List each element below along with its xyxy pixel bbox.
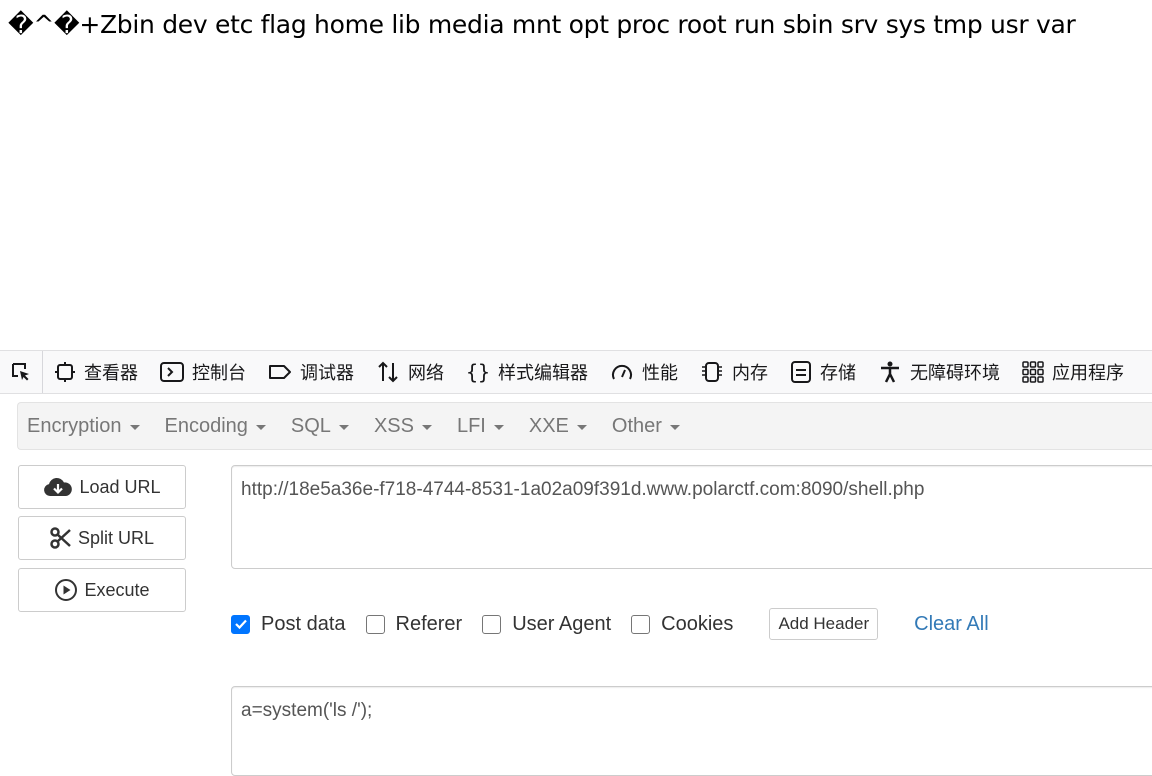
tab-label: 无障碍环境 xyxy=(910,363,1000,384)
tab-inspector[interactable]: 查看器 xyxy=(43,351,149,393)
post-data-textarea[interactable]: a=system('ls /'); xyxy=(231,686,1152,776)
referer-label: Referer xyxy=(395,612,463,635)
menu-encoding[interactable]: Encoding xyxy=(156,415,274,438)
menu-label: XSS xyxy=(373,414,414,437)
menu-other[interactable]: Other xyxy=(603,415,688,438)
debugger-icon xyxy=(269,365,291,379)
tab-storage[interactable]: 存储 xyxy=(779,351,867,393)
add-header-button[interactable]: Add Header xyxy=(769,608,879,640)
caret-down-icon xyxy=(493,425,504,430)
tab-label: 应用程序 xyxy=(1052,363,1124,384)
tab-style-editor[interactable]: {} 样式编辑器 xyxy=(455,351,599,393)
tab-console[interactable]: 控制台 xyxy=(149,351,257,393)
caret-down-icon xyxy=(421,425,432,430)
user-agent-checkbox[interactable]: User Agent xyxy=(482,613,611,636)
checkbox-unchecked[interactable] xyxy=(631,614,651,634)
tab-label: 查看器 xyxy=(84,363,138,384)
clear-all-link[interactable]: Clear All xyxy=(914,613,988,636)
devtools-toolbar: 查看器 控制台 调试器 网络 {} 样式编辑器 性能 内存 存储 无障碍环境 应… xyxy=(0,350,1152,394)
menu-label: LFI xyxy=(456,414,486,437)
page-output-text: �^�+Zbin dev etc flag home lib media mnt… xyxy=(8,10,1076,39)
checkbox-unchecked[interactable] xyxy=(365,614,385,634)
post-data-label: Post data xyxy=(261,612,346,635)
checkmark-icon xyxy=(234,619,247,630)
tab-application[interactable]: 应用程序 xyxy=(1011,351,1135,393)
tab-accessibility[interactable]: 无障碍环境 xyxy=(867,351,1011,393)
tab-label: 调试器 xyxy=(300,363,354,384)
caret-down-icon xyxy=(255,425,266,430)
user-agent-label: User Agent xyxy=(512,612,612,635)
memory-icon xyxy=(702,362,722,382)
options-row: Post data Referer User Agent Cookies Add… xyxy=(231,606,989,642)
url-textarea[interactable]: http://18e5a36e-f718-4744-8531-1a02a09f3… xyxy=(231,465,1152,569)
element-picker-icon xyxy=(12,363,29,381)
accessibility-icon xyxy=(881,361,899,383)
caret-down-icon xyxy=(576,425,587,430)
menu-label: Encoding xyxy=(164,414,248,437)
menu-sql[interactable]: SQL xyxy=(282,415,357,438)
tab-memory[interactable]: 内存 xyxy=(689,351,779,393)
referer-checkbox[interactable]: Referer xyxy=(365,612,463,636)
menu-xxe[interactable]: XXE xyxy=(520,415,595,438)
tab-network[interactable]: 网络 xyxy=(365,351,455,393)
console-icon xyxy=(160,362,184,382)
scissors-icon xyxy=(50,527,71,549)
menu-label: SQL xyxy=(290,414,331,437)
cloud-download-icon xyxy=(44,477,73,496)
caret-down-icon xyxy=(338,425,349,430)
cookies-checkbox[interactable]: Cookies xyxy=(631,613,733,636)
tab-performance[interactable]: 性能 xyxy=(599,351,689,393)
network-icon xyxy=(378,361,398,383)
checkbox-checked[interactable] xyxy=(231,614,250,634)
load-url-label: Load URL xyxy=(79,476,161,497)
performance-icon xyxy=(612,364,632,380)
application-icon xyxy=(1022,361,1044,383)
split-url-button[interactable]: Split URL xyxy=(18,516,186,560)
menu-xss[interactable]: XSS xyxy=(365,415,440,438)
post-data-checkbox[interactable]: Post data xyxy=(231,613,346,636)
menu-label: XXE xyxy=(528,414,569,437)
storage-icon xyxy=(791,361,811,383)
tab-label: 内存 xyxy=(732,363,768,384)
execute-button[interactable]: Execute xyxy=(18,568,186,612)
svg-text:{}: {} xyxy=(466,360,490,384)
checkbox-unchecked[interactable] xyxy=(482,614,502,634)
play-circle-icon xyxy=(55,579,78,601)
menu-label: Other xyxy=(611,414,662,437)
menu-label: Encryption xyxy=(27,414,122,437)
tab-label: 样式编辑器 xyxy=(498,363,588,384)
hackbar-menu: Encryption Encoding SQL XSS LFI XXE Othe… xyxy=(17,402,1152,450)
tab-label: 网络 xyxy=(408,363,444,384)
menu-lfi[interactable]: LFI xyxy=(448,415,512,438)
cookies-label: Cookies xyxy=(661,612,734,635)
caret-down-icon xyxy=(129,425,140,430)
split-url-label: Split URL xyxy=(77,527,155,548)
inspector-icon xyxy=(55,362,75,382)
caret-down-icon xyxy=(669,425,680,430)
tab-label: 性能 xyxy=(642,363,678,384)
tab-debugger[interactable]: 调试器 xyxy=(257,351,365,393)
execute-label: Execute xyxy=(84,579,150,600)
tab-label: 存储 xyxy=(820,363,856,384)
style-editor-icon: {} xyxy=(466,360,490,384)
tab-label: 控制台 xyxy=(192,363,246,384)
menu-encryption[interactable]: Encryption xyxy=(18,415,148,438)
load-url-button[interactable]: Load URL xyxy=(18,465,186,509)
element-picker-button[interactable] xyxy=(0,351,43,393)
